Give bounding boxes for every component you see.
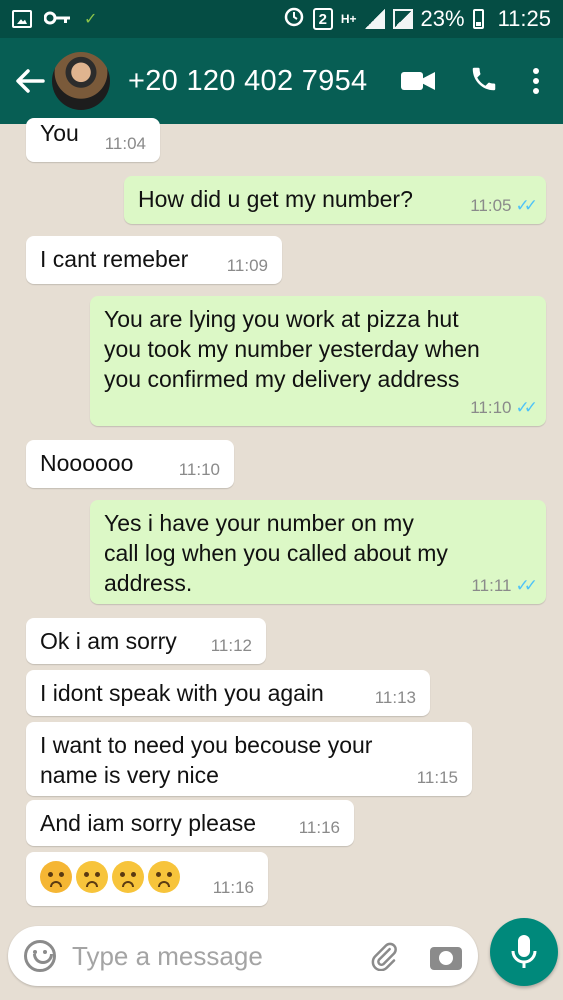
message-text: I idont speak with you again xyxy=(40,680,324,706)
crying-face-icon xyxy=(40,860,72,893)
status-bar: ✓ 2 H+ 23% 11:25 xyxy=(0,0,563,38)
message-text: How did u get my number? xyxy=(138,186,413,212)
alarm-icon xyxy=(283,5,305,33)
sad-face-icon xyxy=(148,860,180,893)
message-time: 11:10 xyxy=(178,460,220,479)
emoji-picker-icon[interactable] xyxy=(24,940,56,972)
message-time: 11:11 xyxy=(471,576,512,595)
read-ticks-icon: ✓✓ xyxy=(515,196,538,215)
message-outgoing: How did u get my number? 11:05 ✓✓ xyxy=(124,176,546,224)
clock: 11:25 xyxy=(497,6,551,31)
message-input[interactable] xyxy=(72,940,322,972)
chat-header: +20 120 402 7954 xyxy=(0,38,563,124)
sim-badge: 2 xyxy=(312,8,333,30)
message-incoming: You 11:04 xyxy=(26,118,160,162)
message-text: Ok i am sorry xyxy=(40,628,177,654)
paperclip-icon[interactable] xyxy=(368,940,400,972)
gallery-notification-icon xyxy=(12,10,32,28)
message-incoming: Ok i am sorry 11:12 xyxy=(26,618,266,664)
message-time: 11:16 xyxy=(298,818,340,837)
message-time: 11:05 xyxy=(470,196,512,215)
message-incoming: Noooooo 11:10 xyxy=(26,440,234,488)
check-icon: ✓ xyxy=(84,11,98,28)
key-icon xyxy=(43,6,72,32)
contact-name[interactable]: +20 120 402 7954 xyxy=(128,65,367,98)
avatar[interactable] xyxy=(52,52,110,110)
message-text: Yes i have your number on my call log wh… xyxy=(104,510,448,596)
message-outgoing: Yes i have your number on my call log wh… xyxy=(90,500,546,604)
back-arrow-icon[interactable] xyxy=(10,61,50,101)
sad-sweat-face-icon xyxy=(112,860,144,893)
message-time: 11:16 xyxy=(212,878,254,897)
microphone-icon xyxy=(511,935,537,968)
message-incoming: I cant remeber 11:09 xyxy=(26,236,282,284)
message-outgoing: You are lying you work at pizza hut you … xyxy=(90,296,546,426)
message-incoming: I idont speak with you again 11:13 xyxy=(26,670,430,716)
message-incoming: I want to need you becouse your name is … xyxy=(26,722,472,796)
read-ticks-icon: ✓✓ xyxy=(515,576,538,595)
camera-icon[interactable] xyxy=(430,942,462,970)
message-time: 11:12 xyxy=(210,636,252,655)
message-text: You xyxy=(40,120,79,146)
signal-icon xyxy=(364,9,385,29)
message-text: You are lying you work at pizza hut you … xyxy=(104,306,480,392)
battery-level: 23% xyxy=(420,6,465,31)
message-text: And iam sorry please xyxy=(40,810,257,836)
chat-area[interactable]: You 11:04 How did u get my number? 11:05… xyxy=(0,118,563,924)
video-call-icon[interactable] xyxy=(401,70,435,92)
read-ticks-icon: ✓✓ xyxy=(515,398,538,417)
emoji-row xyxy=(40,860,184,893)
voice-record-button[interactable] xyxy=(490,918,558,986)
phone-call-icon[interactable] xyxy=(469,64,499,99)
sad-face-icon xyxy=(76,860,108,893)
message-time: 11:09 xyxy=(226,256,268,275)
message-incoming: 11:16 xyxy=(26,852,268,906)
message-time: 11:10 xyxy=(470,398,512,417)
message-time: 11:13 xyxy=(374,688,416,707)
message-text: I cant remeber xyxy=(40,246,189,272)
network-type: H+ xyxy=(340,12,357,26)
message-time: 11:15 xyxy=(416,768,458,787)
message-time: 11:04 xyxy=(104,134,146,153)
more-options-icon[interactable] xyxy=(533,68,539,94)
message-incoming: And iam sorry please 11:16 xyxy=(26,800,354,846)
message-text: I want to need you becouse your name is … xyxy=(40,732,373,788)
signal-icon-2 xyxy=(392,9,413,29)
message-compose-bar xyxy=(8,926,478,986)
message-text: Noooooo xyxy=(40,450,134,476)
battery-icon xyxy=(472,9,484,29)
